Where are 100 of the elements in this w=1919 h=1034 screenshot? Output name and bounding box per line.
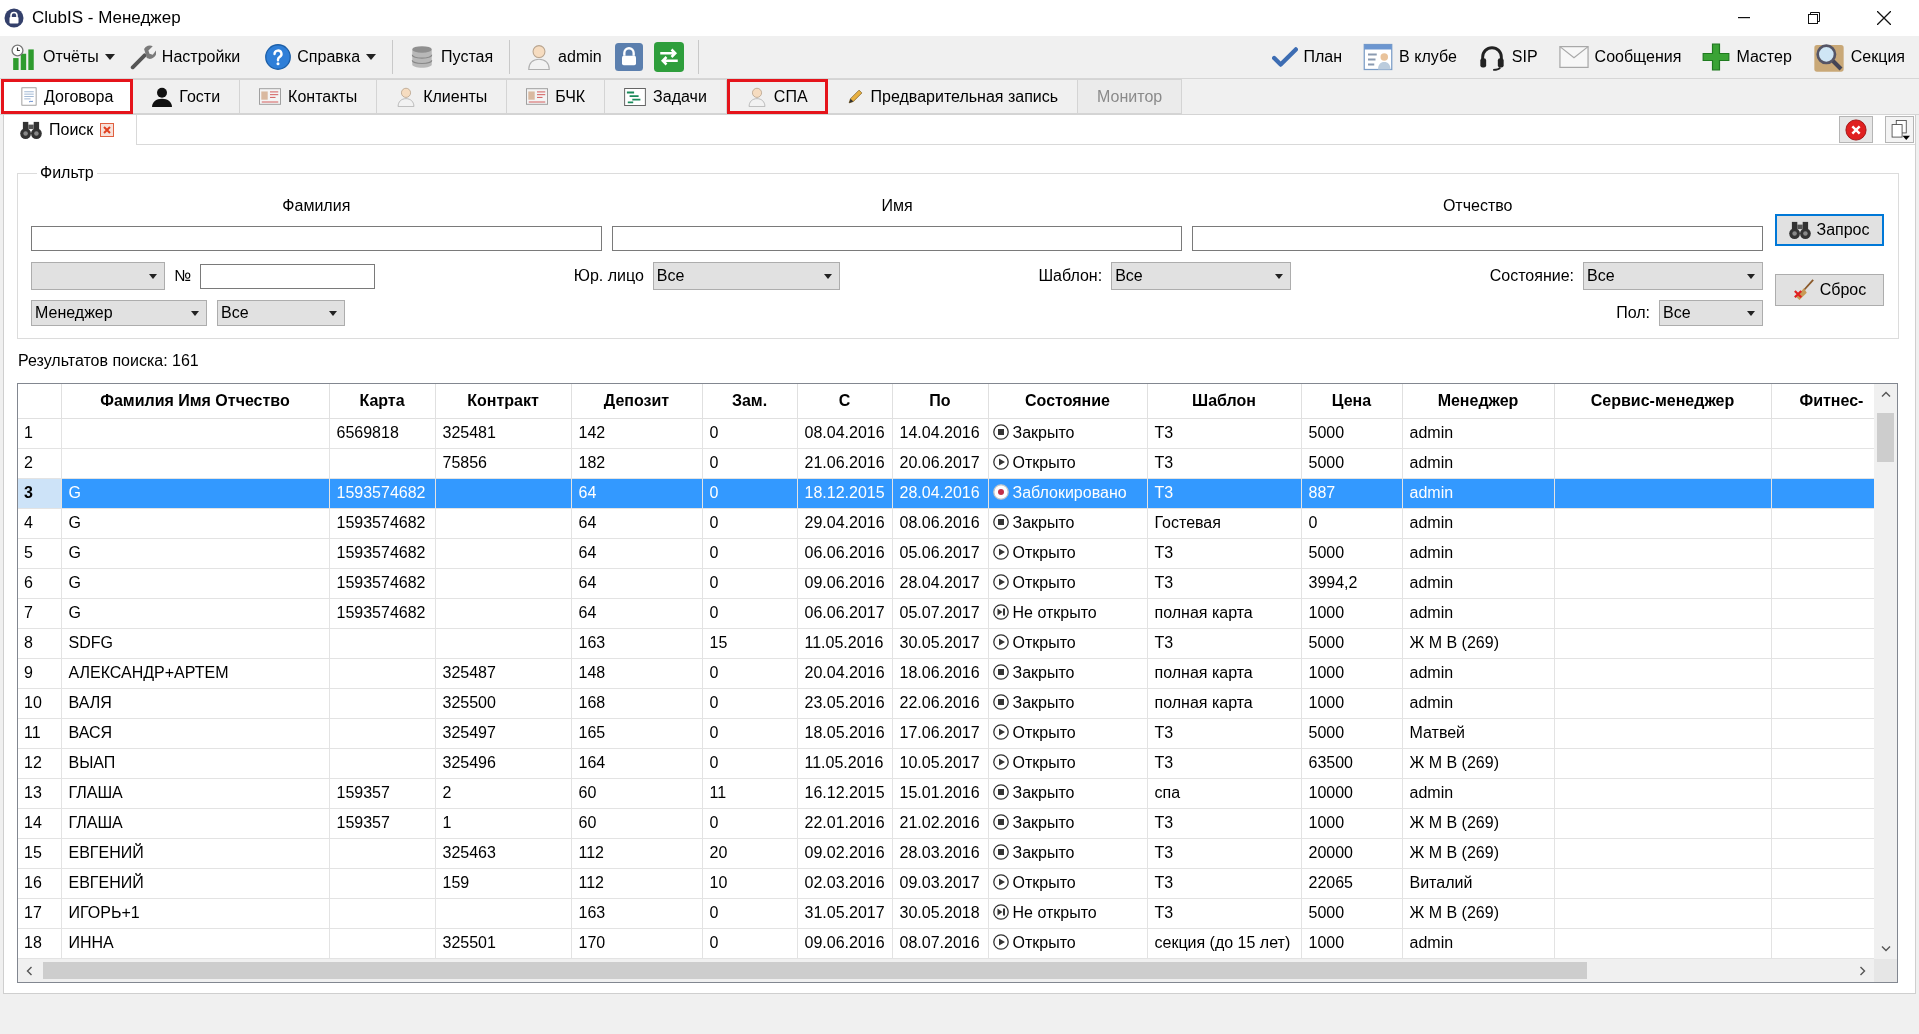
caret-right-icon — [1860, 965, 1866, 976]
table-cell: 159357 — [329, 808, 435, 838]
table-cell: 168 — [571, 688, 702, 718]
dropdown[interactable]: Все — [1111, 262, 1292, 290]
table-cell: 16.12.2015 — [797, 778, 892, 808]
table-row[interactable]: 1 6569818 325481 142 0 08.04.2016 14.04.2016 Закрыто Т3 5000 admin — [18, 418, 1874, 448]
table-row[interactable]: 2 75856 182 0 21.06.2016 20.06.2017 Открыто Т3 5000 admin — [18, 448, 1874, 478]
window-list-button[interactable] — [1885, 116, 1914, 143]
table-cell: 159357 — [329, 778, 435, 808]
field-label: Шаблон: — [1038, 267, 1103, 285]
column-header[interactable]: Контракт — [435, 384, 571, 418]
toolbar-button[interactable]: Мастер — [1700, 40, 1794, 74]
dropdown[interactable]: Все — [1583, 262, 1763, 290]
tab[interactable]: Предварительная запись — [827, 79, 1079, 114]
table-row[interactable]: 16 ЕВГЕНИЙ 159 112 10 02.03.2016 09.03.2017 Открыто Т3 22065 Виталий — [18, 868, 1874, 898]
text-field[interactable] — [1192, 226, 1763, 251]
tab[interactable]: Гости — [133, 79, 241, 114]
table-row[interactable]: 15 ЕВГЕНИЙ 325463 112 20 09.02.2016 28.03.2016 Закрыто Т3 20000 Ж М В (269) — [18, 838, 1874, 868]
table-row[interactable]: 10 ВАЛЯ 325500 168 0 23.05.2016 22.06.2016 Закрыто полная карта 1000 admin — [18, 688, 1874, 718]
table-cell: 165 — [571, 718, 702, 748]
dropdown[interactable]: Менеджер — [31, 300, 207, 326]
broom-icon — [1792, 279, 1815, 301]
close-icon — [1845, 118, 1867, 141]
column-header[interactable]: Зам. — [702, 384, 797, 418]
table-row[interactable]: 14 ГЛАША 159357 1 60 0 22.01.2016 21.02.2016 Закрыто Т3 1000 Ж М В (269) — [18, 808, 1874, 838]
column-header[interactable]: Цена — [1301, 384, 1402, 418]
column-header[interactable]: Шаблон — [1147, 384, 1301, 418]
toolbar-button[interactable]: Отчёты — [9, 40, 117, 74]
bar-chart-icon — [11, 44, 37, 70]
column-header[interactable]: Фамилия Имя Отчество — [61, 384, 329, 418]
table-cell: admin — [1402, 688, 1554, 718]
table-row[interactable]: 4 G 1593574682 64 0 29.04.2016 08.06.2016 Закрыто Гостевая 0 admin — [18, 508, 1874, 538]
column-header[interactable]: Карта — [329, 384, 435, 418]
toolbar-button[interactable]: План — [1269, 40, 1345, 74]
table-row[interactable]: 11 ВАСЯ 325497 165 0 18.05.2016 17.06.2017 Открыто Т3 5000 Матвей — [18, 718, 1874, 748]
table-cell: 1593574682 — [329, 598, 435, 628]
table-row[interactable]: 5 G 1593574682 64 0 06.06.2016 05.06.2017 Открыто Т3 5000 admin — [18, 538, 1874, 568]
table-row[interactable]: 9 АЛЕКСАНДР+АРТЕМ 325487 148 0 20.04.2016 18.06.2016 Закрыто полная карта 1000 admin — [18, 658, 1874, 688]
horizontal-scrollbar[interactable] — [18, 959, 1874, 982]
table-cell: Ж М В (269) — [1402, 748, 1554, 778]
table-row[interactable]: 8 SDFG 163 15 11.05.2016 30.05.2017 Открыто Т3 5000 Ж М В (269) — [18, 628, 1874, 658]
table-row[interactable]: 7 G 1593574682 64 0 06.06.2017 05.07.2017 Не открыто полная карта 1000 admin — [18, 598, 1874, 628]
vertical-scrollbar[interactable] — [1874, 384, 1897, 959]
table-cell: admin — [1402, 538, 1554, 568]
column-header[interactable]: Сервис-менеджер — [1554, 384, 1771, 418]
table-cell: 05.07.2017 — [892, 598, 988, 628]
column-header[interactable]: С — [797, 384, 892, 418]
person-icon — [746, 86, 767, 107]
tab[interactable]: Поиск — [4, 115, 138, 145]
text-field[interactable] — [200, 263, 376, 289]
table-cell: 63500 — [1301, 748, 1402, 778]
dropdown[interactable]: Все — [652, 262, 840, 290]
table-row[interactable]: 18 ИННА 325501 170 0 09.06.2016 08.07.2016 Открыто секция (до 15 лет) 1000 admin — [18, 928, 1874, 958]
scrollbar-thumb[interactable] — [43, 962, 1587, 979]
toolbar-button[interactable]: Секция — [1810, 40, 1907, 74]
table-row[interactable]: 17 ИГОРЬ+1 163 0 31.05.2017 30.05.2018 Не открыто Т3 5000 Ж М В (269) — [18, 898, 1874, 928]
reset-button[interactable]: Сброс — [1775, 274, 1884, 306]
toolbar-button[interactable]: admin — [524, 40, 604, 74]
column-header[interactable]: Состояние — [988, 384, 1147, 418]
column-header[interactable]: Менеджер — [1402, 384, 1554, 418]
table-row[interactable]: 12 ВЫАП 325496 164 0 11.05.2016 10.05.2017 Открыто Т3 63500 Ж М В (269) — [18, 748, 1874, 778]
tab[interactable]: Контакты — [240, 79, 378, 114]
lock-button[interactable] — [614, 43, 643, 71]
swap-button[interactable] — [653, 42, 684, 72]
column-header[interactable]: Депозит — [571, 384, 702, 418]
table-cell: 64 — [571, 508, 702, 538]
text-field[interactable] — [611, 226, 1183, 251]
dropdown[interactable]: Все — [1659, 300, 1763, 326]
query-button[interactable]: Запрос — [1775, 214, 1884, 246]
toolbar-button[interactable]: Пустая — [407, 40, 496, 74]
field-label: Имя — [881, 196, 913, 216]
table-row[interactable]: 3 G 1593574682 64 0 18.12.2015 28.04.2016 Заблокировано Т3 887 admin — [18, 478, 1874, 508]
toolbar-button[interactable]: Настройки — [127, 40, 243, 74]
table-cell: 5000 — [1301, 538, 1402, 568]
table-cell: 0 — [702, 418, 797, 448]
check-icon — [1271, 46, 1298, 68]
tab[interactable]: СПА — [726, 79, 828, 114]
tab[interactable]: Клиенты — [377, 79, 508, 114]
toolbar-button[interactable]: Справка — [253, 40, 379, 74]
scrollbar-thumb[interactable] — [1877, 413, 1894, 462]
table-cell: 22.06.2016 — [892, 688, 988, 718]
text-field[interactable] — [31, 226, 602, 251]
table-row[interactable]: 13 ГЛАША 159357 2 60 11 16.12.2015 15.01.2016 Закрыто спа 10000 admin — [18, 778, 1874, 808]
toolbar-button[interactable]: Сообщения — [1556, 40, 1684, 74]
tab[interactable]: БЧК — [507, 79, 606, 114]
tab[interactable]: Договора — [1, 79, 134, 114]
toolbar-button[interactable]: SIP — [1475, 40, 1540, 74]
table-cell: admin — [1402, 658, 1554, 688]
table-row[interactable]: 6 G 1593574682 64 0 09.06.2016 28.04.2017 Открыто Т3 3994,2 admin — [18, 568, 1874, 598]
column-header[interactable]: Фитнес- — [1771, 384, 1874, 418]
caret-icon — [104, 54, 115, 60]
tab[interactable]: Задачи — [605, 79, 727, 114]
close-button[interactable] — [1839, 116, 1873, 143]
table-cell: 0 — [702, 688, 797, 718]
table-cell: 64 — [571, 538, 702, 568]
column-header[interactable]: По — [892, 384, 988, 418]
dropdown[interactable]: Все — [217, 300, 345, 326]
toolbar-button[interactable]: В клубе — [1361, 40, 1459, 74]
table-cell: G — [61, 598, 329, 628]
row-number: 10 — [18, 688, 61, 718]
